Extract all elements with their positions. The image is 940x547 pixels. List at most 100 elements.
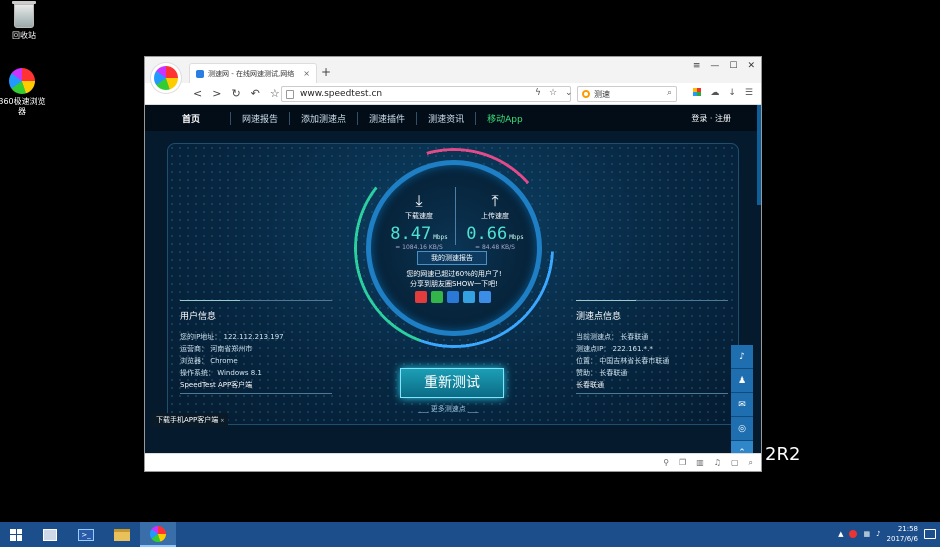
- undo-close-button[interactable]: ↶: [251, 87, 260, 100]
- weibo-share-icon[interactable]: [415, 291, 427, 303]
- search-engine-icon: [582, 90, 590, 98]
- hamburger-menu-icon[interactable]: ☰: [745, 88, 753, 98]
- server-info-line: 位置： 中国吉林省长春市联通: [576, 357, 670, 365]
- search-icon[interactable]: ⌕: [667, 88, 672, 98]
- page-scrollbar[interactable]: [757, 105, 761, 205]
- notification-icon[interactable]: [924, 529, 936, 539]
- menu-icon[interactable]: ≡: [693, 61, 701, 71]
- windows-logo-icon: [10, 528, 22, 541]
- upload-unit: Mbps: [509, 234, 524, 241]
- address-bar[interactable]: www.speedtest.cn: [281, 86, 571, 102]
- retest-button[interactable]: 重新测试: [400, 368, 504, 398]
- nav-mobile-app[interactable]: 移动App: [476, 112, 534, 125]
- extension-icon[interactable]: ❐: [679, 458, 686, 467]
- nav-home[interactable]: 首页: [171, 111, 232, 125]
- zoom-icon[interactable]: ⌕: [749, 458, 753, 468]
- minimize-button[interactable]: —: [710, 61, 719, 71]
- server-info-line: 赞助： 长春联通: [576, 369, 628, 377]
- browser-logo-icon: [150, 525, 166, 542]
- new-tab-button[interactable]: +: [321, 65, 331, 79]
- download-sub: = 1084.16 KB/S: [395, 244, 443, 251]
- start-button[interactable]: [0, 528, 32, 541]
- speedtest-app-link[interactable]: SpeedTest APP客户端: [180, 379, 332, 394]
- favorite-star-icon[interactable]: ☆: [549, 88, 557, 98]
- pin-icon[interactable]: ⚲: [663, 458, 669, 467]
- qq-share-icon[interactable]: [463, 291, 475, 303]
- nav-news[interactable]: 测速资讯: [417, 111, 477, 125]
- chevron-down-icon[interactable]: ⌄: [565, 88, 573, 98]
- share-buttons: [415, 291, 491, 303]
- search-box[interactable]: 测速 ⌕: [577, 86, 677, 102]
- reload-button[interactable]: ↻: [231, 87, 240, 100]
- site-favicon-icon: [196, 69, 204, 78]
- maximize-button[interactable]: ☐: [729, 61, 737, 71]
- navigation-toolbar: < > ↻ ↶ ☆ www.speedtest.cn ϟ ☆ ⌄ 测速 ⌕ ☁ …: [145, 83, 761, 105]
- tray-expand-icon[interactable]: ▲: [838, 530, 843, 538]
- nav-speed-report[interactable]: 网速报告: [231, 111, 291, 125]
- desktop-icon-label: 360极速浏览器: [0, 97, 46, 116]
- user-info-box: 用户信息 您的IP地址： 122.112.213.197 运营商： 河南省郑州市…: [180, 300, 332, 394]
- login-register-link[interactable]: 登录 · 注册: [691, 113, 731, 124]
- taskbar-server-manager[interactable]: [32, 522, 68, 547]
- share-line: 您的网速已超过60%的用户了!: [406, 270, 502, 278]
- forward-button[interactable]: >: [212, 87, 221, 100]
- weibo-icon[interactable]: ◎: [731, 417, 753, 441]
- close-window-button[interactable]: ✕: [747, 61, 755, 71]
- taskbar-explorer[interactable]: [104, 522, 140, 547]
- desktop-icon-recycle-bin[interactable]: 回收站: [0, 1, 48, 41]
- more-points-link[interactable]: ___ 更多测速点 ___: [418, 404, 478, 414]
- network-icon[interactable]: ▦: [863, 530, 870, 538]
- download-app-banner[interactable]: 下载手机APP客户端 ×: [152, 413, 229, 427]
- upload-sub: = 84.48 KB/S: [475, 244, 515, 251]
- download-unit: Mbps: [433, 234, 448, 241]
- window-icon[interactable]: ▢: [731, 458, 739, 467]
- tab-speedtest[interactable]: 测速网 - 在线网速测试,网络 ×: [189, 63, 317, 83]
- server-manager-icon: [43, 528, 57, 541]
- nav-add-point[interactable]: 添加测速点: [290, 111, 359, 125]
- share-text: 您的网速已超过60%的用户了! 分享到朋友圈SHOW一下吧!: [381, 269, 527, 289]
- folder-icon: [114, 528, 130, 541]
- bookmark-star-icon[interactable]: ☆: [270, 87, 280, 100]
- site-nav: 首页 网速报告 添加测速点 测速插件 测速资讯 移动App 登录 · 注册: [145, 105, 761, 131]
- search-input[interactable]: 测速: [594, 89, 610, 100]
- share-line: 分享到朋友圈SHOW一下吧!: [410, 280, 498, 288]
- tray-app-icon[interactable]: [849, 530, 858, 538]
- speedtest-panel: 用户信息 您的IP地址： 122.112.213.197 运营商： 河南省郑州市…: [167, 143, 739, 425]
- qq-service-icon[interactable]: ♪: [731, 345, 753, 369]
- floating-side-bar: ♪ ♟ ✉ ◎ ⌃: [731, 345, 753, 455]
- browser-status-bar: ⚲ ❐ ▥ ♫ ▢ ⌕: [145, 453, 761, 471]
- lightning-icon[interactable]: ϟ: [535, 88, 541, 98]
- toolbar-extensions: ☁ ↓ ☰: [693, 88, 753, 98]
- cloud-icon[interactable]: ☁: [710, 88, 719, 98]
- download-app-close[interactable]: ×: [220, 418, 224, 424]
- desktop-icon-360-browser[interactable]: 360极速浏览器: [0, 68, 46, 117]
- browser-logo[interactable]: [151, 63, 181, 93]
- wechat-icon[interactable]: ✉: [731, 393, 753, 417]
- taskbar-powershell[interactable]: >_: [68, 522, 104, 547]
- address-url: www.speedtest.cn: [300, 89, 383, 99]
- tab-close-button[interactable]: ×: [303, 69, 310, 78]
- download-label: 下载速度: [405, 212, 433, 220]
- wechat-share-icon[interactable]: [431, 291, 443, 303]
- sound-icon[interactable]: ♫: [714, 458, 721, 467]
- tab-title: 测速网 - 在线网速测试,网络: [208, 69, 295, 78]
- volume-icon[interactable]: ♪: [876, 530, 880, 538]
- clock[interactable]: 21:58 2017/6/6: [887, 524, 918, 544]
- nav-plugin[interactable]: 测速插件: [358, 111, 418, 125]
- more-share-icon[interactable]: [479, 291, 491, 303]
- browser-logo-icon: [154, 66, 178, 90]
- taskbar-360-browser[interactable]: [140, 522, 176, 547]
- my-report-button[interactable]: 我的测速报告: [417, 251, 487, 265]
- trash-icon[interactable]: ▥: [696, 458, 704, 467]
- taskbar: >_ ▲ ▦ ♪ 21:58 2017/6/6: [0, 522, 940, 547]
- download-icon[interactable]: ↓: [728, 88, 736, 98]
- recycle-bin-icon: [12, 1, 36, 28]
- browser-window: 测速网 - 在线网速测试,网络 × + ≡ — ☐ ✕ < > ↻ ↶ ☆ ww…: [144, 56, 762, 472]
- apps-grid-icon[interactable]: [693, 88, 702, 96]
- qzone-share-icon[interactable]: [447, 291, 459, 303]
- contacts-icon[interactable]: ♟: [731, 369, 753, 393]
- back-button[interactable]: <: [193, 87, 202, 100]
- upload-arrow-icon: ⤒: [491, 191, 499, 210]
- server-info-line: 测速点IP： 222.161.*.*: [576, 345, 653, 353]
- server-info-line: 当前测速点： 长春联通: [576, 333, 649, 341]
